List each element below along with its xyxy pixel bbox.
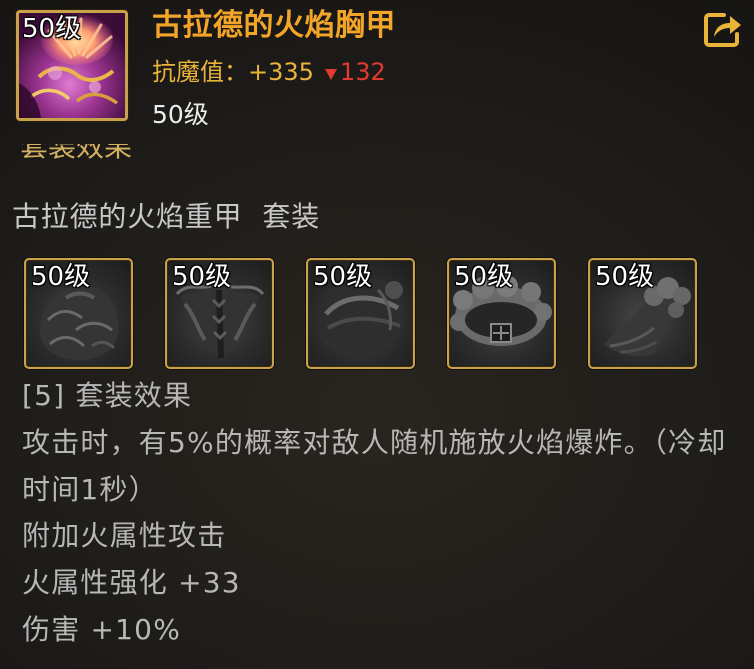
- set-effect-heading-partial: 套装效果: [20, 144, 133, 163]
- item-level: 50级: [152, 100, 209, 129]
- item-icon-slot: 50级: [16, 10, 128, 121]
- anti-magic-change: 132: [324, 58, 386, 86]
- set-effect-description: 攻击时，有5%的概率对敌人随机施放火焰爆炸。（冷却时间1秒）: [22, 425, 727, 506]
- set-effects: [5] 套装效果 攻击时，有5%的概率对敌人随机施放火焰爆炸。（冷却时间1秒） …: [22, 373, 752, 654]
- anti-magic-change-value: 132: [339, 58, 386, 86]
- share-button[interactable]: [702, 9, 744, 49]
- share-icon: [704, 13, 741, 47]
- set-piece-level-badge: 50级: [454, 262, 514, 292]
- down-triangle-icon: [324, 69, 337, 80]
- set-piece-level-badge: 50级: [595, 262, 655, 292]
- item-tooltip: 50级 古拉德的火焰胸甲 抗魔值：+335 132 50级 套装效果 古拉德的火焰…: [0, 0, 754, 669]
- set-piece-level-badge: 50级: [172, 262, 232, 292]
- set-piece-level-badge: 50级: [31, 262, 91, 292]
- scrolled-heading-clip: 套装效果: [20, 144, 160, 164]
- set-label: 套装: [262, 200, 321, 233]
- set-attribute: 伤害 +10%: [22, 612, 181, 646]
- set-piece-pants[interactable]: 50级: [165, 258, 274, 369]
- item-icon-level-badge: 50级: [22, 14, 82, 44]
- set-piece-shoulder[interactable]: 50级: [306, 258, 415, 369]
- anti-magic-value: +335: [248, 58, 314, 86]
- set-attribute: 火属性强化 +33: [22, 566, 241, 600]
- set-title: 古拉德的火焰重甲 套装: [12, 199, 320, 235]
- set-piece-level-badge: 50级: [313, 262, 373, 292]
- set-attribute: 附加火属性攻击: [22, 519, 227, 553]
- set-piece-belt[interactable]: 50级: [447, 258, 556, 369]
- item-name: 古拉德的火焰胸甲: [152, 8, 396, 43]
- set-pieces: 50级 50级 50级 50级 50级: [24, 258, 697, 369]
- set-piece-chest[interactable]: 50级: [24, 258, 133, 369]
- anti-magic-stat: 抗魔值：+335 132: [152, 56, 386, 88]
- anti-magic-label: 抗魔值：: [152, 58, 248, 86]
- set-effect-header: [5] 套装效果: [22, 379, 193, 412]
- set-piece-shoes[interactable]: 50级: [588, 258, 697, 369]
- set-name: 古拉德的火焰重甲: [12, 200, 243, 233]
